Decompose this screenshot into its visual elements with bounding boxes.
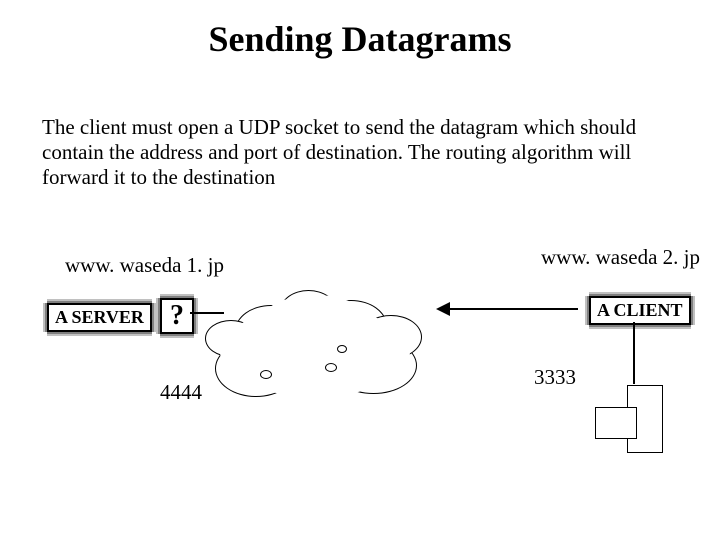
arrow-cloud-to-client: [438, 308, 578, 310]
description-text: The client must open a UDP socket to sen…: [42, 115, 652, 191]
network-cloud-icon: [205, 285, 425, 415]
question-box: ?: [160, 298, 194, 334]
client-box: A CLIENT: [589, 296, 691, 325]
server-url-label: www. waseda 1. jp: [65, 253, 224, 278]
client-port-label: 3333: [534, 365, 576, 390]
server-box: A SERVER: [47, 303, 152, 332]
computer-icon: [595, 385, 665, 455]
slide-title: Sending Datagrams: [0, 18, 720, 60]
slide: Sending Datagrams The client must open a…: [0, 0, 720, 540]
client-url-label: www. waseda 2. jp: [541, 245, 700, 270]
connector-client-to-pc: [633, 322, 635, 384]
server-port-label: 4444: [160, 380, 202, 405]
